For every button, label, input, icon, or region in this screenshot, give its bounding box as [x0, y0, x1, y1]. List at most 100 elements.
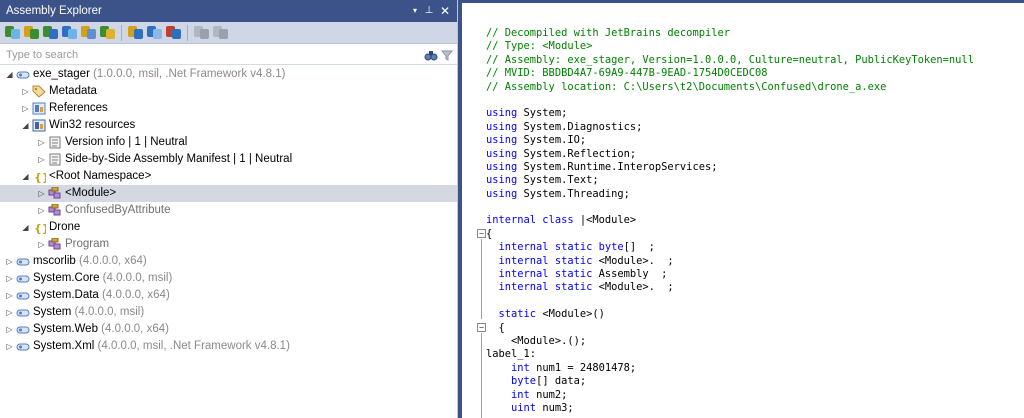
node-name: Program [65, 238, 110, 250]
tree-node-label: Side-by-Side Assembly Manifest | 1 | Neu… [65, 151, 292, 168]
tree-node[interactable]: ▷ System (4.0.0.0, msil) [0, 304, 457, 321]
code-text: num1 = 24801478; [529, 361, 637, 374]
node-name: System.Web [33, 323, 98, 335]
panel-title: Assembly Explorer [6, 5, 102, 17]
export-solution-icon[interactable] [212, 24, 229, 41]
code-gutter: − − [462, 3, 486, 418]
panel-title-bar: Assembly Explorer ▾ ⊥ ✕ [0, 0, 457, 22]
tree-node[interactable]: ▷ System.Xml (4.0.0.0, msil, .Net Framewo… [0, 338, 457, 355]
code-text: label_1: [486, 348, 537, 361]
tree-node[interactable]: ▷ Version info | 1 | Neutral [0, 134, 457, 151]
expand-arrow-icon[interactable]: ▷ [21, 100, 30, 117]
tree-node-label: Metadata [49, 83, 97, 100]
expand-arrow-icon[interactable]: ▷ [5, 253, 14, 270]
search-settings-icon[interactable] [99, 24, 116, 41]
tree-node-label: exe_stager (1.0.0.0, msil, .Net Framewor… [33, 66, 285, 83]
tree-node-label: ConfusedByAttribute [65, 202, 170, 219]
tree-node-label: <Root Namespace> [49, 168, 151, 185]
expand-arrow-icon[interactable]: ▷ [5, 270, 14, 287]
collapse-arrow-icon[interactable]: ◢ [5, 66, 14, 83]
tree-node-label: System.Web (4.0.0.0, x64) [33, 321, 169, 338]
code-keyword: int [511, 361, 530, 374]
tree-node[interactable]: ▷ <Module> [0, 185, 457, 202]
assembly-list-icon[interactable] [80, 24, 97, 41]
node-name: System.Data [33, 289, 99, 301]
expand-arrow-icon[interactable]: ▷ [37, 134, 46, 151]
show-types-icon[interactable] [127, 24, 144, 41]
assembly-explorer-panel: Assembly Explorer ▾ ⊥ ✕ ◢ exe_stager (1.0… [0, 0, 458, 418]
expand-arrow-icon[interactable]: ▷ [5, 304, 14, 321]
tree-node[interactable]: ◢ {}<Root Namespace> [0, 168, 457, 185]
window-position-dropdown-icon[interactable]: ▾ [408, 0, 422, 22]
tree-node[interactable]: ◢ {}Drone [0, 219, 457, 236]
pin-icon[interactable]: ⊥ [422, 0, 436, 22]
tree-node[interactable]: ▷ Side-by-Side Assembly Manifest | 1 | Ne… [0, 151, 457, 168]
close-icon[interactable]: ✕ [438, 0, 452, 22]
code-keyword: using [486, 107, 518, 120]
tree-node-label: System.Data (4.0.0.0, x64) [33, 287, 170, 304]
decompiled-code-editor[interactable]: − − // Decompiled with JetBrains decompi… [462, 0, 1024, 418]
code-line: using System; [486, 107, 974, 120]
tree-node[interactable]: ▷ System.Data (4.0.0.0, x64) [0, 287, 457, 304]
open-nuget-icon[interactable] [42, 24, 59, 41]
collapse-arrow-icon[interactable]: ◢ [21, 168, 30, 185]
toolbar-separator [121, 24, 122, 41]
tree-node-label: Drone [49, 219, 80, 236]
expand-arrow-icon[interactable]: ▷ [37, 151, 46, 168]
code-text: <Module>() [536, 308, 605, 321]
code-line: label_1: [486, 348, 974, 361]
remove-assembly-icon[interactable] [165, 24, 182, 41]
collapse-arrow-icon[interactable]: ◢ [21, 117, 30, 134]
code-comment: // Assembly location: C:\Users\t2\Docume… [486, 80, 887, 93]
node-version-info: (4.0.0.0, msil, .Net Framework v4.8.1) [94, 340, 290, 352]
collapse-arrow-icon[interactable]: ◢ [21, 219, 30, 236]
node-name: ConfusedByAttribute [65, 204, 171, 216]
expand-arrow-icon[interactable]: ▷ [37, 236, 46, 253]
code-text: { [486, 321, 505, 334]
code-text: <Module>.(); [486, 334, 587, 347]
node-version-info: (4.0.0.0, x64) [98, 289, 170, 301]
expand-arrow-icon[interactable]: ▷ [5, 287, 14, 304]
tree-node[interactable]: ▷ System.Core (4.0.0.0, msil) [0, 270, 457, 287]
tree-node[interactable]: ▷ References [0, 100, 457, 117]
expand-arrow-icon[interactable]: ▷ [21, 83, 30, 100]
code-line: internal static <Module>. ; [486, 255, 974, 268]
tree-node[interactable]: ▷ mscorlib (4.0.0.0, x64) [0, 253, 457, 270]
tree-node[interactable]: ▷ Program [0, 236, 457, 253]
open-assembly-icon[interactable] [4, 24, 21, 41]
code-line: { [486, 228, 974, 241]
tree-node[interactable]: ▷ ConfusedByAttribute [0, 202, 457, 219]
fold-toggle-class[interactable]: − [477, 229, 486, 238]
expand-arrow-icon[interactable]: ▷ [37, 202, 46, 219]
toolbar-separator [187, 24, 188, 41]
expand-arrow-icon[interactable]: ▷ [37, 185, 46, 202]
code-keyword: internal static [498, 281, 593, 294]
expand-arrow-icon[interactable]: ▷ [5, 338, 14, 355]
node-version-info: (4.0.0.0, msil) [99, 272, 173, 284]
binoculars-icon[interactable] [424, 48, 438, 62]
fold-toggle-constructor[interactable]: − [477, 323, 486, 332]
filter-icon[interactable] [440, 48, 454, 62]
tree-node[interactable]: ▷ Metadata [0, 83, 457, 100]
tree-node[interactable]: ◢ exe_stager (1.0.0.0, msil, .Net Framewo… [0, 66, 457, 83]
code-line: internal static Assembly ; [486, 268, 974, 281]
open-from-gac-icon[interactable] [61, 24, 78, 41]
code-line: // Type: <Module> [486, 40, 974, 53]
tree-node-label: System.Xml (4.0.0.0, msil, .Net Framewor… [33, 338, 290, 355]
tree-node[interactable]: ◢ Win32 resources [0, 117, 457, 134]
code-keyword: byte [598, 241, 624, 254]
tree-node-label: Win32 resources [49, 117, 135, 134]
tree-node[interactable]: ▷ System.Web (4.0.0.0, x64) [0, 321, 457, 338]
export-project-icon[interactable] [193, 24, 210, 41]
hierarchy-icon[interactable] [146, 24, 163, 41]
document-icon [48, 153, 62, 166]
open-folder-icon[interactable] [23, 24, 40, 41]
search-input[interactable] [2, 46, 422, 63]
expand-arrow-icon[interactable]: ▷ [5, 321, 14, 338]
